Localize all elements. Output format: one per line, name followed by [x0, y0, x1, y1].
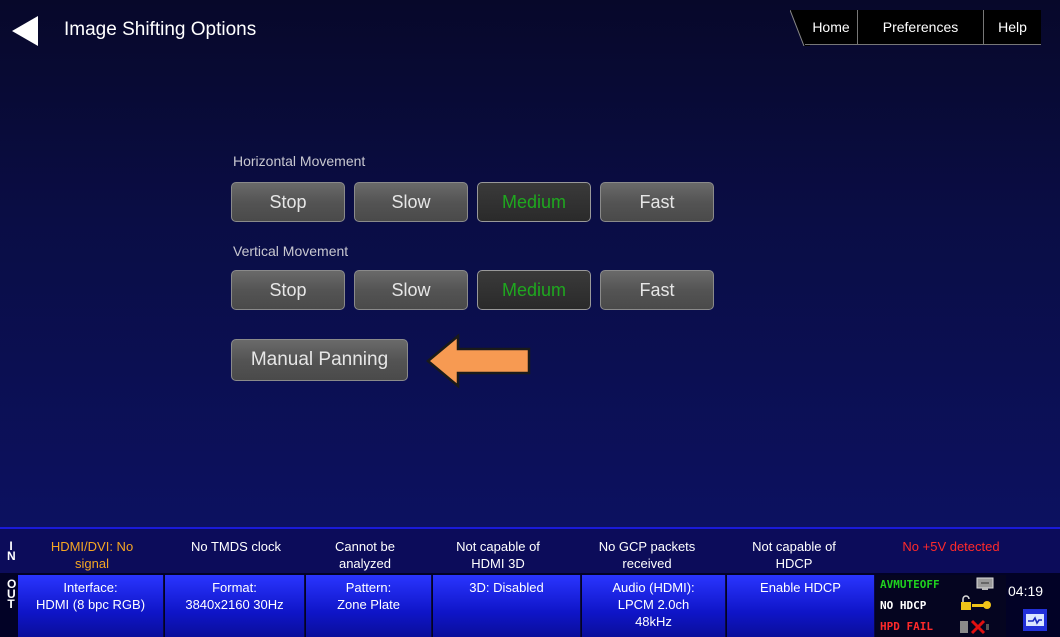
in-analyze-line2: analyzed — [338, 556, 392, 571]
hardware-status-panel: AVMUTEOFF NO HDCP HPD FAIL — [876, 575, 1006, 637]
input-status-bar: IN HDMI/DVI: No signal No TMDS clock Can… — [0, 527, 1060, 573]
out-hdcp-cell[interactable]: Enable HDCP — [727, 575, 875, 637]
tab-preferences[interactable]: Preferences — [857, 10, 983, 45]
in-hdcp-line2: HDCP — [775, 556, 813, 571]
tab-help[interactable]: Help — [983, 10, 1041, 45]
orange-arrow-icon — [426, 333, 531, 389]
horizontal-slow-button[interactable]: Slow — [354, 182, 468, 222]
out-pattern-line2: Zone Plate — [337, 597, 400, 612]
vertical-stop-button[interactable]: Stop — [231, 270, 345, 310]
in-gcp-status[interactable]: No GCP packets received — [580, 538, 714, 572]
out-pattern-cell[interactable]: Pattern: Zone Plate — [306, 575, 432, 637]
tab-home[interactable]: Home — [805, 10, 857, 45]
vertical-movement-label: Vertical Movement — [233, 243, 349, 259]
vertical-fast-button[interactable]: Fast — [600, 270, 714, 310]
in-hdcp-line1: Not capable of — [752, 539, 836, 554]
in-hdcp-status[interactable]: Not capable of HDCP — [734, 538, 854, 572]
out-format-line1: Format: — [212, 580, 257, 595]
in-analyze-status[interactable]: Cannot be analyzed — [310, 538, 420, 572]
out-pattern-line1: Pattern: — [345, 580, 392, 595]
in-tmds-status[interactable]: No TMDS clock — [166, 538, 306, 555]
horizontal-fast-button[interactable]: Fast — [600, 182, 714, 222]
in-analyze-line1: Cannot be — [335, 539, 395, 554]
in-tmds-line1: No TMDS clock — [190, 539, 282, 554]
title-bar: Image Shifting Options Home Preferences … — [0, 0, 1060, 62]
in-hdmi-status[interactable]: HDMI/DVI: No signal — [22, 538, 162, 572]
in-3d-line2: HDMI 3D — [471, 556, 525, 571]
in-gcp-line2: received — [622, 556, 672, 571]
horizontal-stop-button[interactable]: Stop — [231, 182, 345, 222]
out-interface-line2: HDMI (8 bpc RGB) — [35, 597, 146, 612]
screen: Image Shifting Options Home Preferences … — [0, 0, 1060, 637]
x-icon — [960, 619, 989, 635]
out-interface-cell[interactable]: Interface: HDMI (8 bpc RGB) — [18, 575, 164, 637]
in-5v-line1: No +5V detected — [902, 539, 1000, 554]
in-gcp-line1: No GCP packets — [598, 539, 696, 554]
out-audio-cell[interactable]: Audio (HDMI): LPCM 2.0ch 48kHz — [582, 575, 726, 637]
out-3d-line1: 3D: Disabled — [469, 580, 544, 595]
back-arrow-icon[interactable] — [10, 14, 40, 48]
in-hdmi-line1: HDMI/DVI: No — [50, 539, 134, 554]
output-status-bar: OUT Interface: HDMI (8 bpc RGB) Format: … — [0, 573, 1060, 637]
hpd-status: HPD FAIL — [880, 620, 933, 633]
avmute-status: AVMUTEOFF — [880, 578, 940, 591]
in-side-label: IN — [7, 539, 16, 563]
out-audio-line1: Audio (HDMI): — [612, 580, 695, 595]
page-title: Image Shifting Options — [64, 19, 257, 40]
in-hdmi-line2: signal — [75, 556, 109, 571]
vertical-slow-button[interactable]: Slow — [354, 270, 468, 310]
port-icon[interactable] — [1022, 608, 1048, 632]
manual-panning-button[interactable]: Manual Panning — [231, 339, 408, 381]
in-3d-status[interactable]: Not capable of HDMI 3D — [438, 538, 558, 572]
out-format-line2: 3840x2160 30Hz — [185, 597, 284, 612]
out-hdcp-line1: Enable HDCP — [760, 580, 841, 595]
out-side-label: OUT — [7, 577, 17, 611]
horizontal-medium-button[interactable]: Medium — [477, 182, 591, 222]
hdcp-status: NO HDCP — [880, 599, 927, 612]
out-interface-line1: Interface: — [63, 580, 118, 595]
in-5v-status[interactable]: No +5V detected — [876, 538, 1026, 555]
horizontal-movement-label: Horizontal Movement — [233, 153, 366, 169]
out-format-cell[interactable]: Format: 3840x2160 30Hz — [165, 575, 305, 637]
vertical-medium-button[interactable]: Medium — [477, 270, 591, 310]
main-area — [0, 0, 1060, 527]
in-3d-line1: Not capable of — [456, 539, 540, 554]
out-audio-line3: 48kHz — [635, 614, 672, 629]
out-3d-cell[interactable]: 3D: Disabled — [433, 575, 581, 637]
lock-key-icon — [961, 595, 991, 610]
out-audio-line2: LPCM 2.0ch — [617, 597, 690, 612]
clock: 04:19 — [1008, 583, 1044, 599]
monitor-icon[interactable] — [976, 577, 994, 591]
